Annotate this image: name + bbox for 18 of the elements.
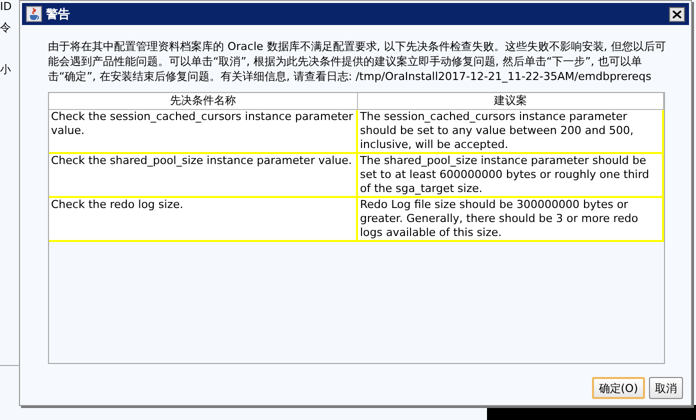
table-cell: Check the shared_pool_size instance parameter value. — [49, 154, 358, 196]
column-header: 先决条件名称 — [49, 93, 358, 109]
close-icon — [672, 10, 682, 18]
menu-label: 令 — [0, 20, 11, 35]
dialog-button[interactable]: 确定(O) — [592, 377, 645, 399]
table-cell: Check the session_cached_cursors instance parameter value. — [49, 110, 358, 152]
column-header: 建议案 — [358, 93, 664, 109]
dialog-button[interactable]: 取消 — [649, 377, 683, 399]
menu-label: ID — [0, 0, 12, 13]
coffee-cup-icon — [26, 6, 42, 22]
window-title: 警告 — [46, 6, 71, 22]
table-cell: The session_cached_cursors instance parameter should be set to any value between 200 and 500, inclusive, will be accepted. — [358, 110, 664, 152]
warning-message: 由于将在其中配置管理资料档案库的 Oracle 数据库不满足配置要求, 以下先决条件检查失败。这些失败不影响安装, 但您以后可能会遇到产品性能问题。可以单击“取消”, 根据为此先决条件提供的建议案立即手动修复问题, 然后单击“下一步”, 也可以单击“确定”, 在安装结束后修复问题。有关详细信息, 请查看日志: /tmp/OraInstall2017-12-21_11-22-35AM/emdbprereqs — [48, 39, 667, 84]
table-cell: The shared_pool_size instance parameter should be set to at least 600000000 bytes or roughly one third of the sga_target size. — [358, 154, 664, 196]
close-button[interactable] — [669, 6, 685, 22]
table-cell: Redo Log file size should be 300000000 bytes or greater. Generally, there should be 3 or more redo logs available of this size. — [358, 198, 664, 240]
menu-label: 小 — [0, 62, 11, 77]
table-cell: Check the redo log size. — [49, 198, 358, 240]
